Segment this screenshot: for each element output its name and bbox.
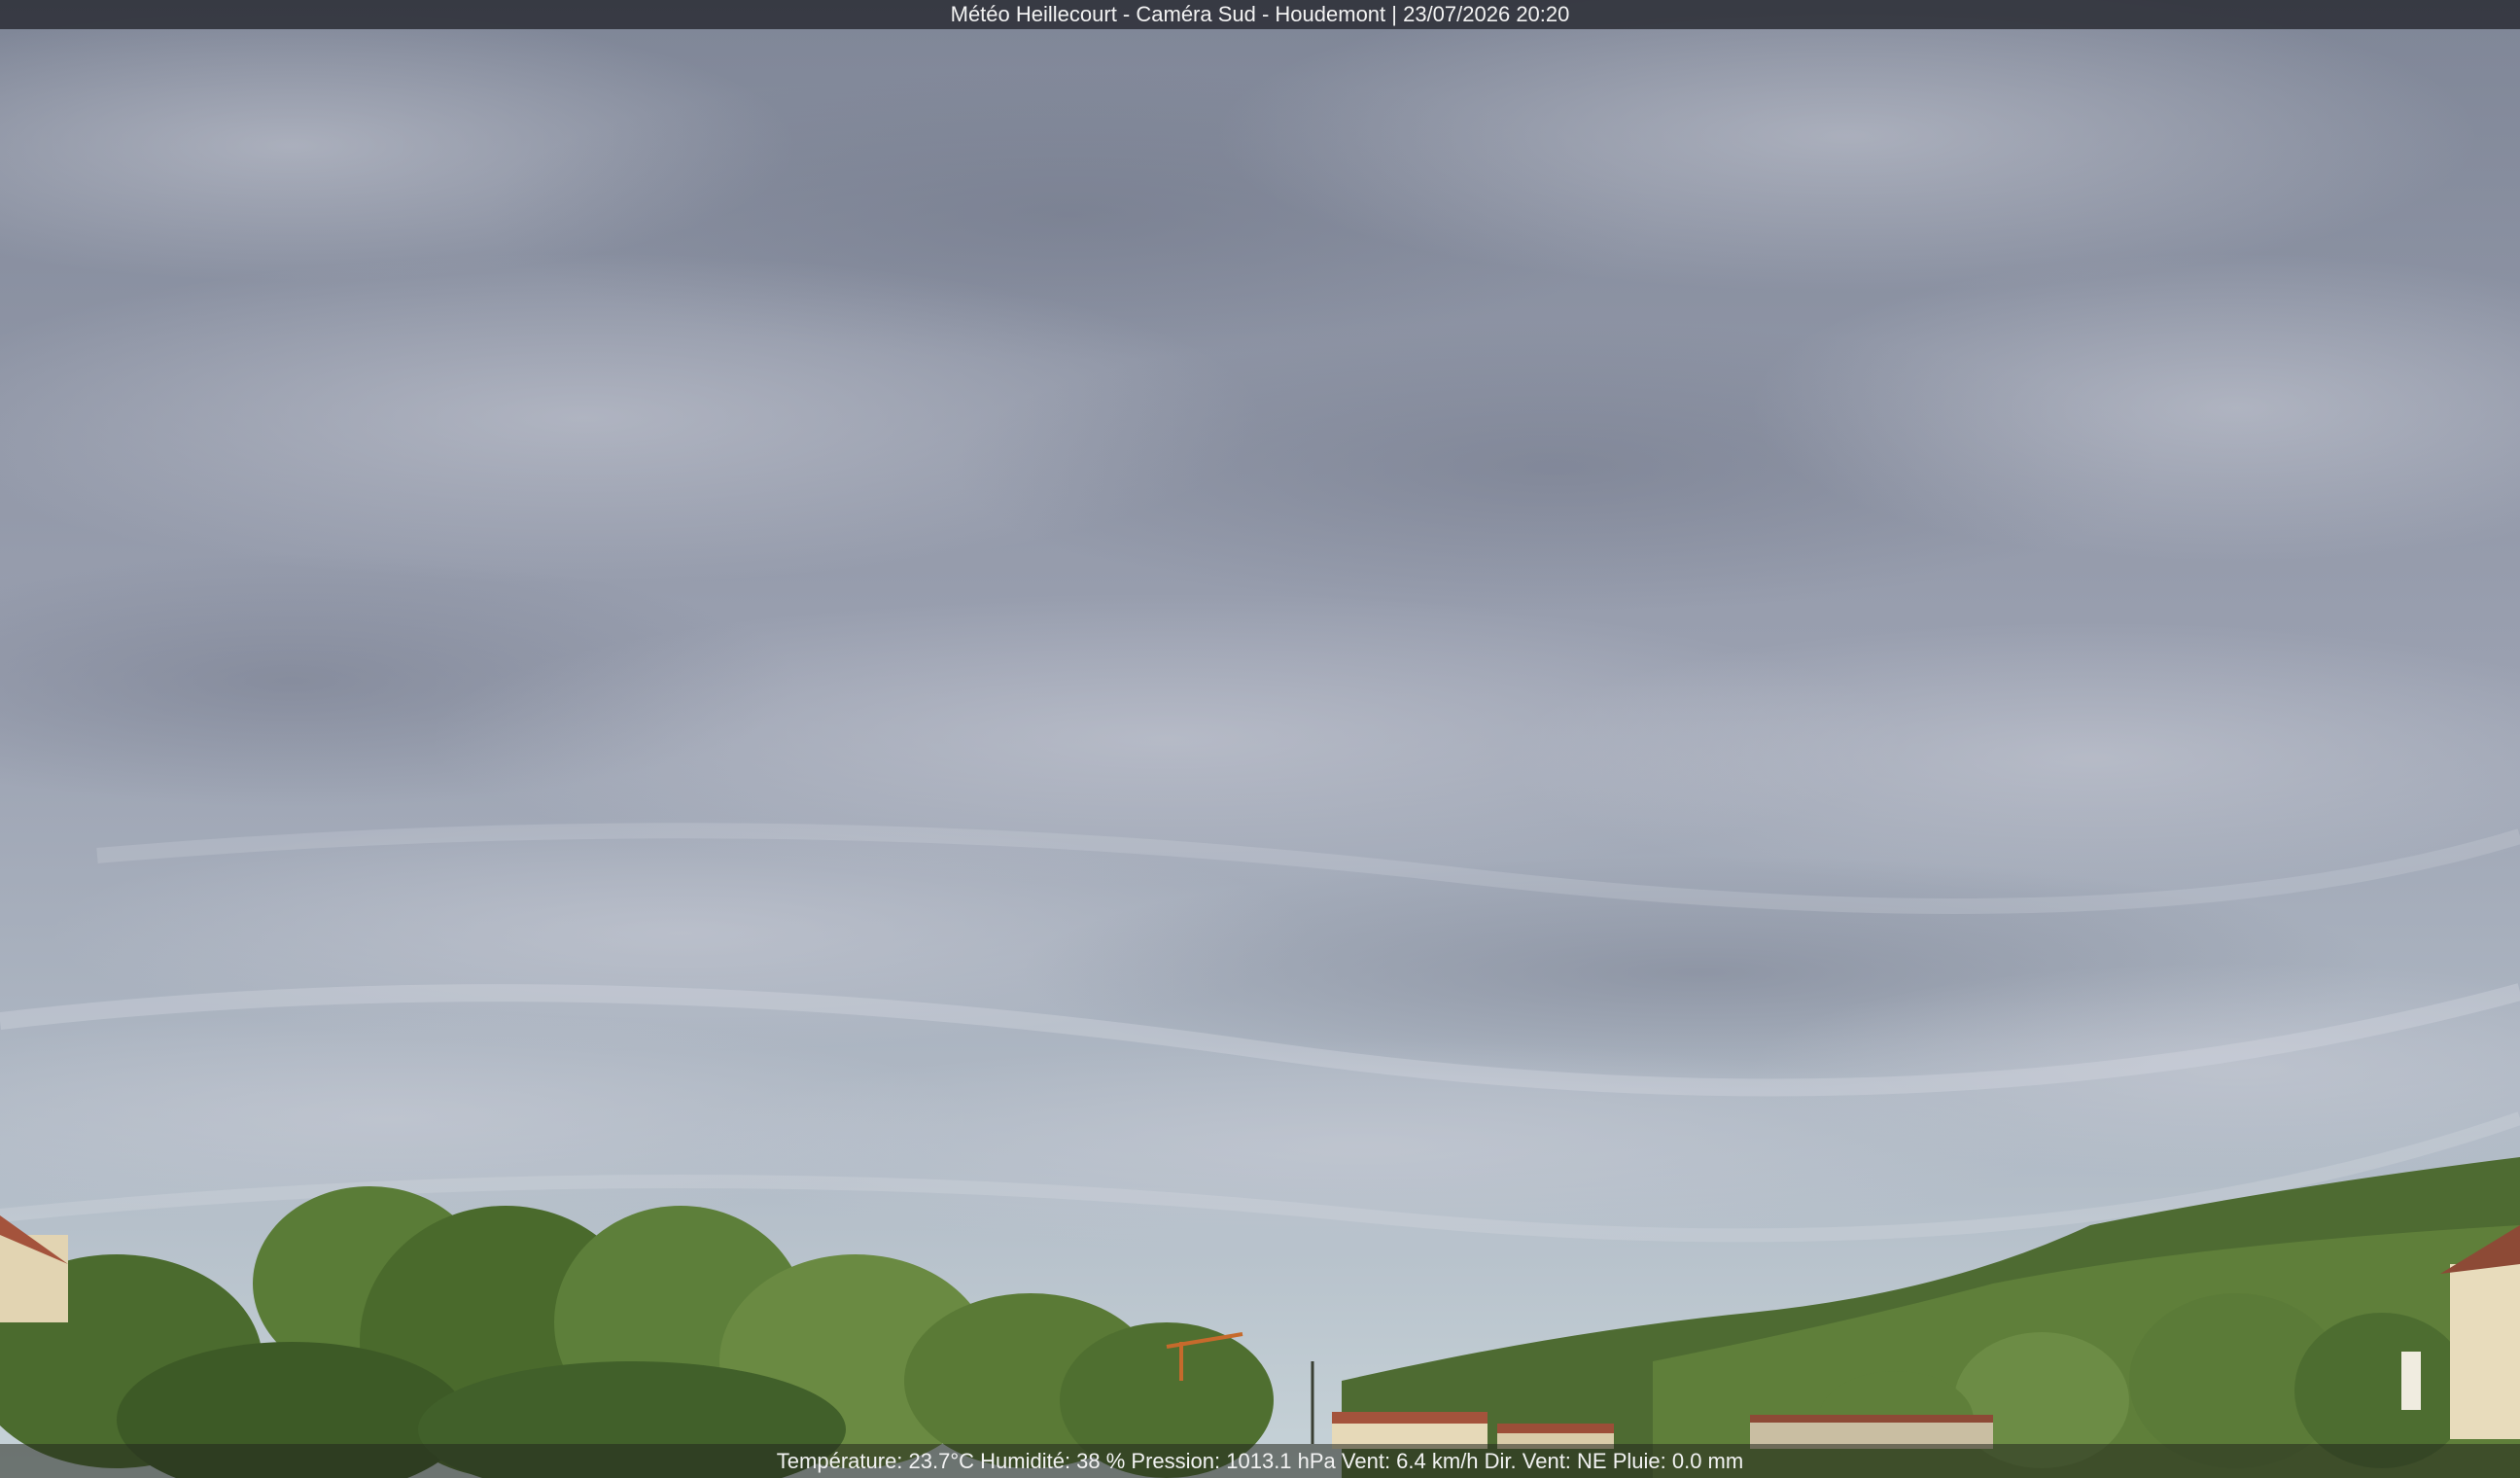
caption-title: Météo Heillecourt - Caméra Sud - Houdemo… — [0, 0, 2520, 29]
webcam-scene — [0, 0, 2520, 1478]
weather-readings: Température: 23.7°C Humidité: 38 % Press… — [0, 1444, 2520, 1478]
clouds — [0, 0, 2520, 1254]
